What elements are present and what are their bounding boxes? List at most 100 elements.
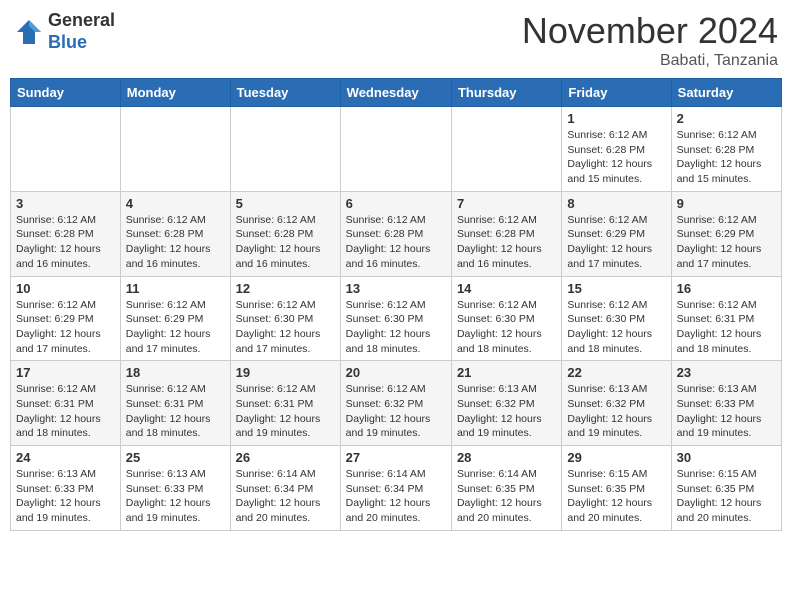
logo: General Blue (14, 10, 115, 53)
weekday-header-sunday: Sunday (11, 79, 121, 107)
day-info: Sunrise: 6:13 AM Sunset: 6:33 PM Dayligh… (126, 467, 225, 526)
day-number: 6 (346, 196, 446, 211)
day-info: Sunrise: 6:12 AM Sunset: 6:31 PM Dayligh… (16, 382, 115, 441)
logo-general-text: General (48, 10, 115, 32)
day-info: Sunrise: 6:13 AM Sunset: 6:33 PM Dayligh… (16, 467, 115, 526)
weekday-header-thursday: Thursday (451, 79, 561, 107)
table-row (340, 107, 451, 192)
weekday-header-monday: Monday (120, 79, 230, 107)
table-row: 8 Sunrise: 6:12 AM Sunset: 6:29 PM Daylig… (562, 191, 671, 276)
day-number: 27 (346, 450, 446, 465)
table-row: 27 Sunrise: 6:14 AM Sunset: 6:34 PM Dayli… (340, 446, 451, 531)
table-row: 18 Sunrise: 6:12 AM Sunset: 6:31 PM Dayli… (120, 361, 230, 446)
table-row: 30Sunrise: 6:15 AM Sunset: 6:35 PM Dayli… (671, 446, 781, 531)
day-info: Sunrise: 6:12 AM Sunset: 6:28 PM Dayligh… (16, 213, 115, 272)
day-info: Sunrise: 6:12 AM Sunset: 6:29 PM Dayligh… (677, 213, 776, 272)
day-number: 25 (126, 450, 225, 465)
table-row: 23Sunrise: 6:13 AM Sunset: 6:33 PM Dayli… (671, 361, 781, 446)
day-info: Sunrise: 6:12 AM Sunset: 6:28 PM Dayligh… (567, 128, 665, 187)
table-row: 16 Sunrise: 6:12 AM Sunset: 6:31 PM Dayli… (671, 276, 781, 361)
logo-icon (14, 17, 44, 47)
calendar-week-row: 3 Sunrise: 6:12 AM Sunset: 6:28 PM Daylig… (11, 191, 782, 276)
table-row: 11 Sunrise: 6:12 AM Sunset: 6:29 PM Dayli… (120, 276, 230, 361)
day-info: Sunrise: 6:12 AM Sunset: 6:30 PM Dayligh… (567, 298, 665, 357)
day-info: Sunrise: 6:12 AM Sunset: 6:29 PM Dayligh… (16, 298, 115, 357)
day-info: Sunrise: 6:12 AM Sunset: 6:30 PM Dayligh… (236, 298, 335, 357)
page-header: General Blue November 2024 Babati, Tanza… (10, 10, 782, 70)
day-number: 5 (236, 196, 335, 211)
table-row (451, 107, 561, 192)
day-info: Sunrise: 6:14 AM Sunset: 6:35 PM Dayligh… (457, 467, 556, 526)
day-info: Sunrise: 6:12 AM Sunset: 6:28 PM Dayligh… (126, 213, 225, 272)
table-row: 7 Sunrise: 6:12 AM Sunset: 6:28 PM Daylig… (451, 191, 561, 276)
weekday-header-row: SundayMondayTuesdayWednesdayThursdayFrid… (11, 79, 782, 107)
table-row: 24 Sunrise: 6:13 AM Sunset: 6:33 PM Dayli… (11, 446, 121, 531)
table-row (11, 107, 121, 192)
day-info: Sunrise: 6:12 AM Sunset: 6:30 PM Dayligh… (346, 298, 446, 357)
day-number: 7 (457, 196, 556, 211)
table-row: 17Sunrise: 6:12 AM Sunset: 6:31 PM Dayli… (11, 361, 121, 446)
day-info: Sunrise: 6:15 AM Sunset: 6:35 PM Dayligh… (677, 467, 776, 526)
location-label: Babati, Tanzania (522, 52, 778, 70)
table-row: 20 Sunrise: 6:12 AM Sunset: 6:32 PM Dayli… (340, 361, 451, 446)
day-info: Sunrise: 6:12 AM Sunset: 6:30 PM Dayligh… (457, 298, 556, 357)
title-area: November 2024 Babati, Tanzania (522, 10, 778, 70)
day-number: 11 (126, 281, 225, 296)
day-number: 14 (457, 281, 556, 296)
table-row: 12Sunrise: 6:12 AM Sunset: 6:30 PM Dayli… (230, 276, 340, 361)
calendar-week-row: 1 Sunrise: 6:12 AM Sunset: 6:28 PM Daylig… (11, 107, 782, 192)
day-number: 10 (16, 281, 115, 296)
weekday-header-friday: Friday (562, 79, 671, 107)
day-number: 26 (236, 450, 335, 465)
day-number: 24 (16, 450, 115, 465)
day-number: 13 (346, 281, 446, 296)
day-info: Sunrise: 6:12 AM Sunset: 6:31 PM Dayligh… (236, 382, 335, 441)
table-row: 29 Sunrise: 6:15 AM Sunset: 6:35 PM Dayli… (562, 446, 671, 531)
table-row: 2 Sunrise: 6:12 AM Sunset: 6:28 PM Daylig… (671, 107, 781, 192)
table-row (120, 107, 230, 192)
weekday-header-tuesday: Tuesday (230, 79, 340, 107)
day-number: 1 (567, 111, 665, 126)
logo-blue-text: Blue (48, 32, 115, 54)
table-row: 22Sunrise: 6:13 AM Sunset: 6:32 PM Dayli… (562, 361, 671, 446)
day-number: 2 (677, 111, 776, 126)
day-number: 28 (457, 450, 556, 465)
day-info: Sunrise: 6:12 AM Sunset: 6:31 PM Dayligh… (677, 298, 776, 357)
day-info: Sunrise: 6:13 AM Sunset: 6:32 PM Dayligh… (457, 382, 556, 441)
day-number: 16 (677, 281, 776, 296)
table-row: 25 Sunrise: 6:13 AM Sunset: 6:33 PM Dayli… (120, 446, 230, 531)
table-row: 28 Sunrise: 6:14 AM Sunset: 6:35 PM Dayli… (451, 446, 561, 531)
day-info: Sunrise: 6:15 AM Sunset: 6:35 PM Dayligh… (567, 467, 665, 526)
day-number: 22 (567, 365, 665, 380)
weekday-header-saturday: Saturday (671, 79, 781, 107)
day-number: 4 (126, 196, 225, 211)
table-row: 6Sunrise: 6:12 AM Sunset: 6:28 PM Daylig… (340, 191, 451, 276)
day-info: Sunrise: 6:12 AM Sunset: 6:29 PM Dayligh… (126, 298, 225, 357)
day-number: 19 (236, 365, 335, 380)
calendar-week-row: 24 Sunrise: 6:13 AM Sunset: 6:33 PM Dayli… (11, 446, 782, 531)
table-row: 26Sunrise: 6:14 AM Sunset: 6:34 PM Dayli… (230, 446, 340, 531)
table-row (230, 107, 340, 192)
day-number: 21 (457, 365, 556, 380)
day-number: 15 (567, 281, 665, 296)
day-info: Sunrise: 6:14 AM Sunset: 6:34 PM Dayligh… (346, 467, 446, 526)
day-info: Sunrise: 6:12 AM Sunset: 6:29 PM Dayligh… (567, 213, 665, 272)
day-info: Sunrise: 6:12 AM Sunset: 6:28 PM Dayligh… (677, 128, 776, 187)
table-row: 9 Sunrise: 6:12 AM Sunset: 6:29 PM Daylig… (671, 191, 781, 276)
day-number: 20 (346, 365, 446, 380)
day-info: Sunrise: 6:12 AM Sunset: 6:32 PM Dayligh… (346, 382, 446, 441)
day-number: 3 (16, 196, 115, 211)
day-info: Sunrise: 6:12 AM Sunset: 6:28 PM Dayligh… (236, 213, 335, 272)
day-info: Sunrise: 6:12 AM Sunset: 6:31 PM Dayligh… (126, 382, 225, 441)
calendar-week-row: 17Sunrise: 6:12 AM Sunset: 6:31 PM Dayli… (11, 361, 782, 446)
day-number: 18 (126, 365, 225, 380)
table-row: 1 Sunrise: 6:12 AM Sunset: 6:28 PM Daylig… (562, 107, 671, 192)
table-row: 10 Sunrise: 6:12 AM Sunset: 6:29 PM Dayli… (11, 276, 121, 361)
day-number: 9 (677, 196, 776, 211)
table-row: 21 Sunrise: 6:13 AM Sunset: 6:32 PM Dayli… (451, 361, 561, 446)
weekday-header-wednesday: Wednesday (340, 79, 451, 107)
day-info: Sunrise: 6:12 AM Sunset: 6:28 PM Dayligh… (457, 213, 556, 272)
day-number: 8 (567, 196, 665, 211)
table-row: 5 Sunrise: 6:12 AM Sunset: 6:28 PM Daylig… (230, 191, 340, 276)
day-number: 29 (567, 450, 665, 465)
